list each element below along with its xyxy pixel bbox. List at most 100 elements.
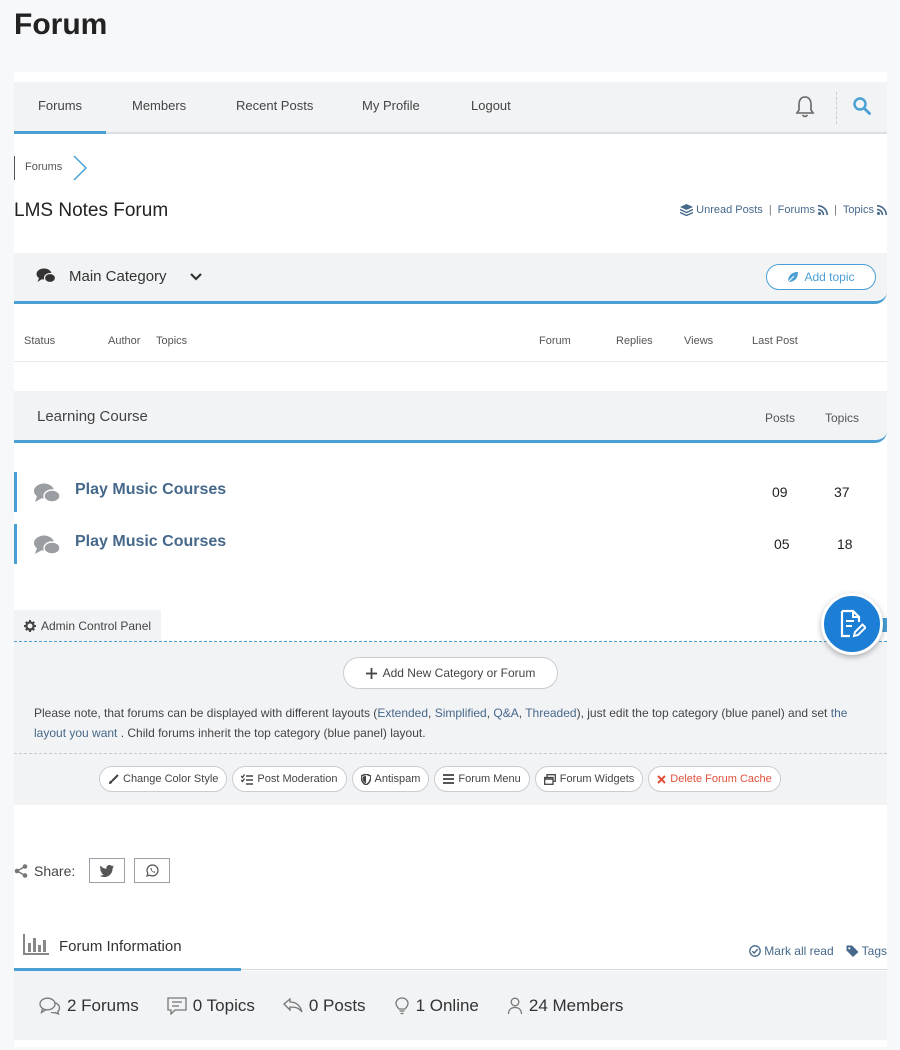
forum-row: Play Music Courses 05 18 (14, 524, 887, 564)
brush-icon (109, 773, 119, 784)
post-moderation-button[interactable]: Post Moderation (232, 766, 347, 792)
topics-rss-link[interactable]: Topics (843, 204, 887, 216)
tool-label: Forum Widgets (559, 773, 635, 785)
forum-widgets-button[interactable]: Forum Widgets (534, 766, 644, 792)
search-icon[interactable] (852, 96, 872, 116)
unread-posts-label: Unread Posts (696, 204, 763, 216)
layout-qa-link[interactable]: Q&A (493, 706, 518, 720)
unread-posts-link[interactable]: Unread Posts (680, 204, 763, 216)
breadcrumb-forums[interactable]: Forums (14, 156, 72, 180)
admin-tab-label: Admin Control Panel (41, 619, 152, 633)
forums-rss-link[interactable]: Forums (778, 204, 828, 216)
admin-divider (14, 753, 887, 754)
layers-icon (680, 204, 694, 216)
floating-action-button[interactable] (821, 593, 883, 655)
mark-all-read-label: Mark all read (764, 944, 834, 958)
chevron-down-icon[interactable] (189, 271, 203, 283)
forum-stats: 2 Forums 0 Topics 0 Posts 1 Online 24 Me… (14, 971, 887, 1040)
rss-icon (817, 205, 828, 215)
bell-icon[interactable] (794, 95, 816, 119)
note-text: Please note, that forums can be displaye… (34, 706, 378, 720)
edit-document-icon (840, 609, 866, 638)
layout-extended-link[interactable]: Extended (377, 706, 428, 720)
nav-recent-posts[interactable]: Recent Posts (236, 82, 313, 134)
nav-my-profile[interactable]: My Profile (362, 82, 420, 134)
antispam-button[interactable]: Antispam (351, 766, 430, 792)
tool-label: Antispam (374, 773, 421, 785)
section-posts-label: Posts (765, 411, 796, 425)
tags-label: Tags (861, 944, 887, 958)
forum-info-links: Mark all read Tags (749, 944, 887, 958)
col-topics: Topics (156, 335, 188, 347)
share-label: Share: (34, 862, 76, 879)
forum-row-posts: 05 (774, 536, 790, 552)
top-links: Unread Posts | Forums | Topics (680, 204, 887, 216)
share-icon (14, 863, 28, 878)
tag-icon (846, 945, 859, 957)
layout-simplified-link[interactable]: Simplified (435, 706, 487, 720)
topic-column-headers: Status Author Topics Forum Replies Views… (14, 324, 887, 362)
tool-label: Forum Menu (458, 773, 521, 785)
user-icon (507, 997, 523, 1014)
windows-icon (543, 773, 556, 785)
stat-posts-label: 0 Posts (308, 995, 366, 1015)
tool-label: Change Color Style (123, 773, 219, 785)
stat-members-label: 24 Members (528, 995, 624, 1015)
forum-row: Play Music Courses 09 37 (14, 472, 887, 512)
tags-link[interactable]: Tags (846, 944, 887, 958)
forum-menu-button[interactable]: Forum Menu (434, 766, 530, 792)
stat-forums: 2 Forums (39, 996, 139, 1016)
col-replies: Replies (616, 335, 653, 347)
topics-rss-label: Topics (842, 204, 874, 216)
forum-row-title[interactable]: Play Music Courses (75, 533, 226, 551)
forum-card: Forums Members Recent Posts My Profile L… (14, 72, 887, 1047)
change-color-style-button[interactable]: Change Color Style (99, 766, 228, 792)
comments-icon (36, 268, 56, 284)
note-text: ), just edit the top category (blue pane… (576, 706, 831, 720)
col-author: Author (108, 335, 141, 347)
layout-threaded-link[interactable]: Threaded (525, 706, 576, 720)
section-header: Learning Course Posts Topics (14, 391, 887, 443)
forum-row-topics: 37 (834, 484, 850, 500)
note-text: . Child forums inherit the top category … (117, 726, 426, 740)
admin-tools: Change Color Style Post Moderation Antis… (99, 766, 781, 792)
twitter-share-button[interactable] (89, 858, 126, 883)
forum-row-title[interactable]: Play Music Courses (75, 481, 226, 499)
nav-members[interactable]: Members (132, 82, 186, 134)
add-category-button[interactable]: Add New Category or Forum (343, 657, 558, 689)
nav-forums[interactable]: Forums (14, 82, 106, 134)
col-status: Status (24, 335, 56, 347)
category-title[interactable]: Main Category (69, 268, 167, 285)
stat-posts: 0 Posts (282, 995, 366, 1016)
col-views: Views (684, 335, 714, 347)
menu-icon (443, 774, 455, 784)
link-separator: | (833, 204, 837, 216)
admin-panel: Add New Category or Forum Please note, t… (14, 642, 887, 805)
section-topics-label: Topics (825, 411, 860, 425)
mark-all-read-link[interactable]: Mark all read (749, 944, 834, 958)
share-bar: Share: (14, 858, 171, 883)
link-separator: | (768, 204, 772, 216)
whatsapp-share-button[interactable] (134, 858, 171, 883)
reply-icon (282, 997, 303, 1012)
section-title: Learning Course (37, 408, 148, 425)
stat-forums-label: 2 Forums (67, 995, 139, 1015)
check-circle-icon (749, 945, 762, 957)
col-last-post: Last Post (752, 335, 798, 347)
stat-topics-label: 0 Topics (192, 995, 255, 1015)
breadcrumb-arrow-icon (73, 155, 88, 181)
nav-logout[interactable]: Logout (471, 82, 511, 134)
layout-note: Please note, that forums can be displaye… (34, 703, 874, 743)
add-topic-label: Add topic (804, 270, 855, 284)
shield-icon (360, 773, 371, 785)
comments-icon (34, 483, 61, 503)
delete-forum-cache-button[interactable]: Delete Forum Cache (648, 766, 781, 792)
tool-label: Post Moderation (257, 773, 338, 785)
main-nav: Forums Members Recent Posts My Profile L… (14, 82, 887, 134)
admin-control-panel-tab[interactable]: Admin Control Panel (14, 610, 162, 642)
close-icon (657, 774, 667, 784)
note-text: , (428, 706, 435, 720)
forum-title: LMS Notes Forum (14, 200, 169, 221)
add-topic-button[interactable]: Add topic (766, 264, 876, 290)
gear-icon (24, 620, 36, 632)
